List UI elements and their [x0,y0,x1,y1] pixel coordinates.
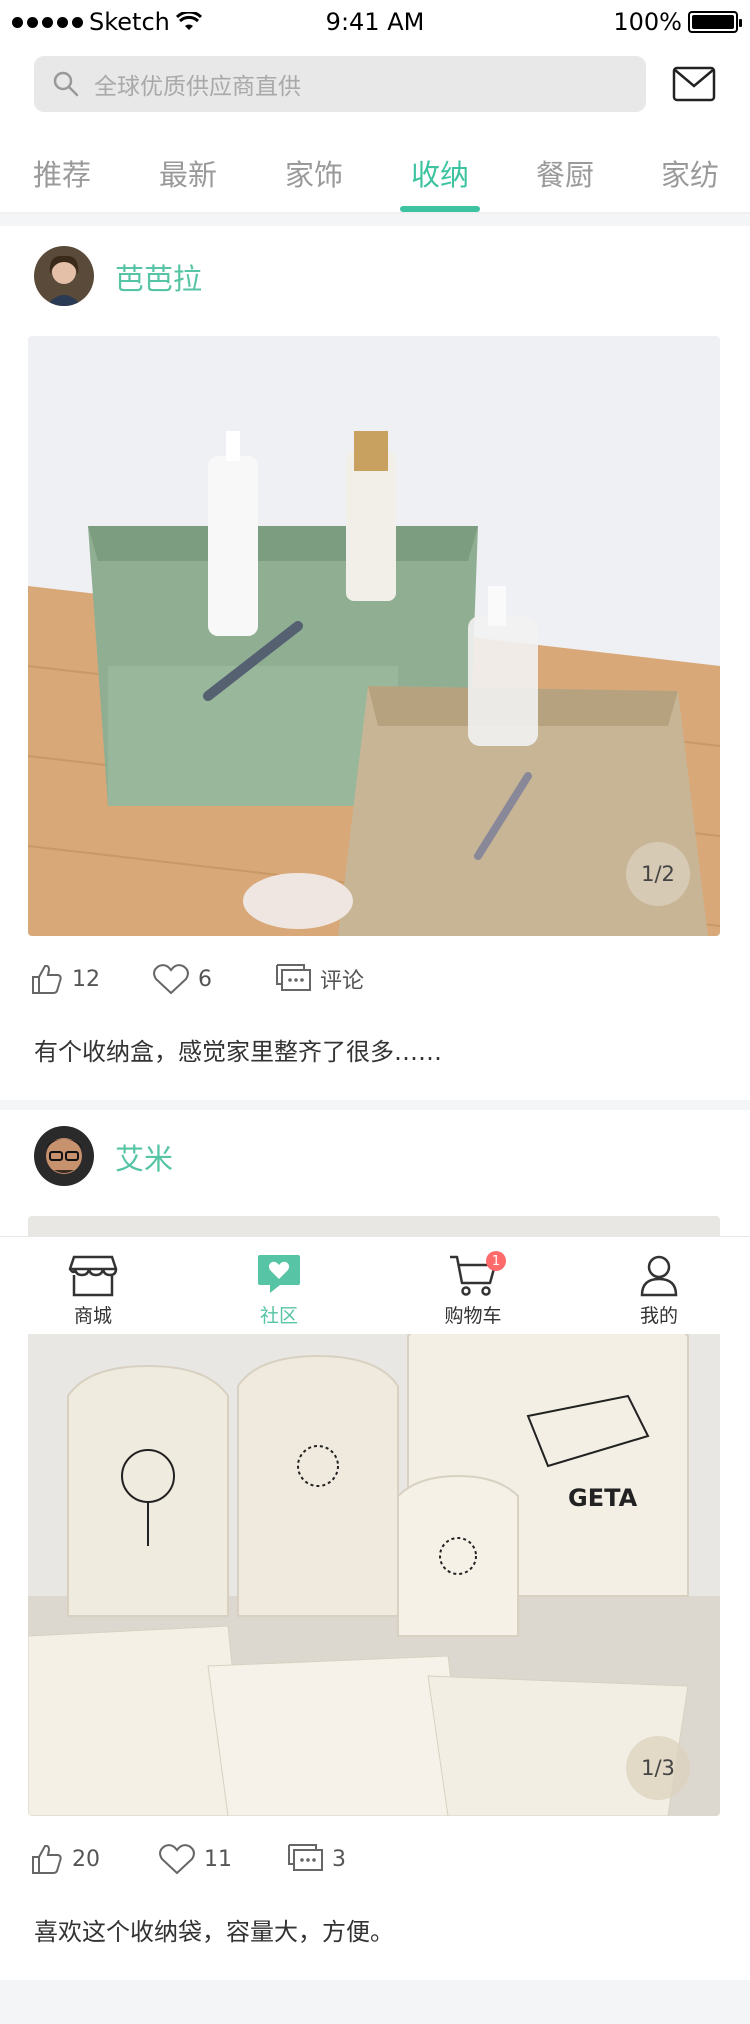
profile-icon [640,1255,678,1297]
post-actions: 12 6 评论 [30,962,364,996]
like-count: 12 [72,966,100,992]
search-icon [53,71,79,97]
username[interactable]: 芭芭拉 [115,256,202,298]
tab-active-indicator [400,206,480,212]
search-row: 全球优质供应商直供 [0,44,750,130]
comment-button[interactable]: 评论 [274,962,364,996]
status-bar: Sketch 9:41 AM 100% [0,0,750,44]
tab-textiles[interactable]: 家纺 [640,152,740,194]
post-photo[interactable]: 1/2 [28,336,720,936]
post-actions: 20 11 3 [30,1842,346,1876]
search-placeholder: 全球优质供应商直供 [94,74,301,100]
nav-community[interactable]: 社区 [214,1237,344,1335]
mail-icon[interactable] [672,66,716,102]
tab-latest[interactable]: 最新 [138,152,238,194]
post-card: 芭芭拉 1/2 12 6 评论 有个收纳盒，感觉家里整齐了很多…… [0,226,750,1100]
post-caption: 喜欢这个收纳袋，容量大，方便。 [34,1918,394,1946]
store-icon [68,1255,118,1297]
nav-label: 社区 [259,1305,298,1327]
favorite-count: 6 [198,966,212,992]
thumbs-up-icon [32,1844,62,1874]
like-button[interactable]: 20 [30,1842,158,1876]
heart-icon [159,1844,195,1875]
nav-profile[interactable]: 我的 [594,1237,724,1335]
battery-percent: 100% [613,8,682,36]
nav-cart[interactable]: 1 购物车 [408,1237,538,1335]
favorite-count: 11 [204,1846,232,1872]
comment-icon [288,1844,323,1871]
bottom-nav: 商城 社区 1 购物车 我的 [0,1236,750,1334]
nav-store[interactable]: 商城 [28,1237,158,1335]
nav-label: 商城 [73,1305,112,1327]
tab-kitchen[interactable]: 餐厨 [515,152,615,194]
username[interactable]: 艾米 [115,1136,173,1178]
category-tabs: 推荐 最新 家饰 收纳 餐厨 家纺 [0,130,750,214]
post-caption: 有个收纳盒，感觉家里整齐了很多…… [34,1038,442,1066]
battery-icon [688,11,742,33]
avatar[interactable] [34,1126,94,1186]
tab-storage[interactable]: 收纳 [390,152,490,194]
comment-label: 评论 [320,969,365,994]
like-button[interactable]: 12 [30,962,152,996]
cart-badge: 1 [486,1251,506,1271]
like-count: 20 [72,1846,100,1872]
community-heart-icon [258,1255,300,1293]
search-input[interactable]: 全球优质供应商直供 [34,56,646,112]
thumbs-up-icon [32,964,62,994]
comment-icon [276,964,311,991]
avatar[interactable] [34,246,94,306]
comment-count: 3 [332,1846,346,1872]
tab-recommend[interactable]: 推荐 [12,152,112,194]
battery-group: 100% [613,8,742,36]
photo-page-indicator: 1/3 [626,1736,690,1800]
nav-label: 我的 [639,1305,678,1327]
favorite-button[interactable]: 11 [158,1842,286,1876]
favorite-button[interactable]: 6 [152,962,274,996]
tab-decor[interactable]: 家饰 [264,152,364,194]
heart-icon [153,964,189,995]
nav-label: 购物车 [444,1305,502,1327]
svg-text:GETA: GETA [568,1484,638,1512]
photo-page-indicator: 1/2 [626,842,690,906]
comment-button[interactable]: 3 [286,1842,346,1876]
